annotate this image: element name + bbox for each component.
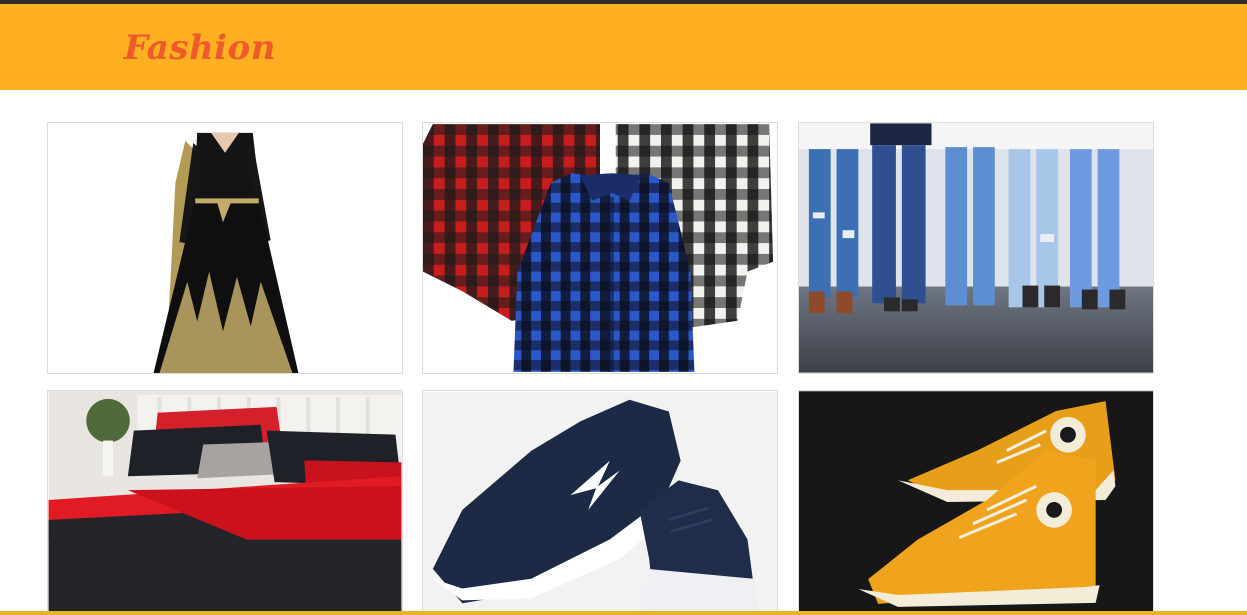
product-grid [0,0,1247,615]
product-card-shirts[interactable] [422,122,778,374]
bedding-image [48,391,402,614]
converse-image [799,391,1153,614]
shirts-image [423,124,777,372]
bottom-accent-line [0,611,1247,615]
sneakers-image [423,391,777,614]
jeans-image [799,123,1153,373]
product-card-sneakers[interactable] [422,390,778,615]
product-card-dress[interactable] [47,122,403,374]
product-card-bedding[interactable] [47,390,403,615]
dress-image [48,123,402,373]
product-card-jeans[interactable] [798,122,1154,374]
product-card-converse[interactable] [798,390,1154,615]
